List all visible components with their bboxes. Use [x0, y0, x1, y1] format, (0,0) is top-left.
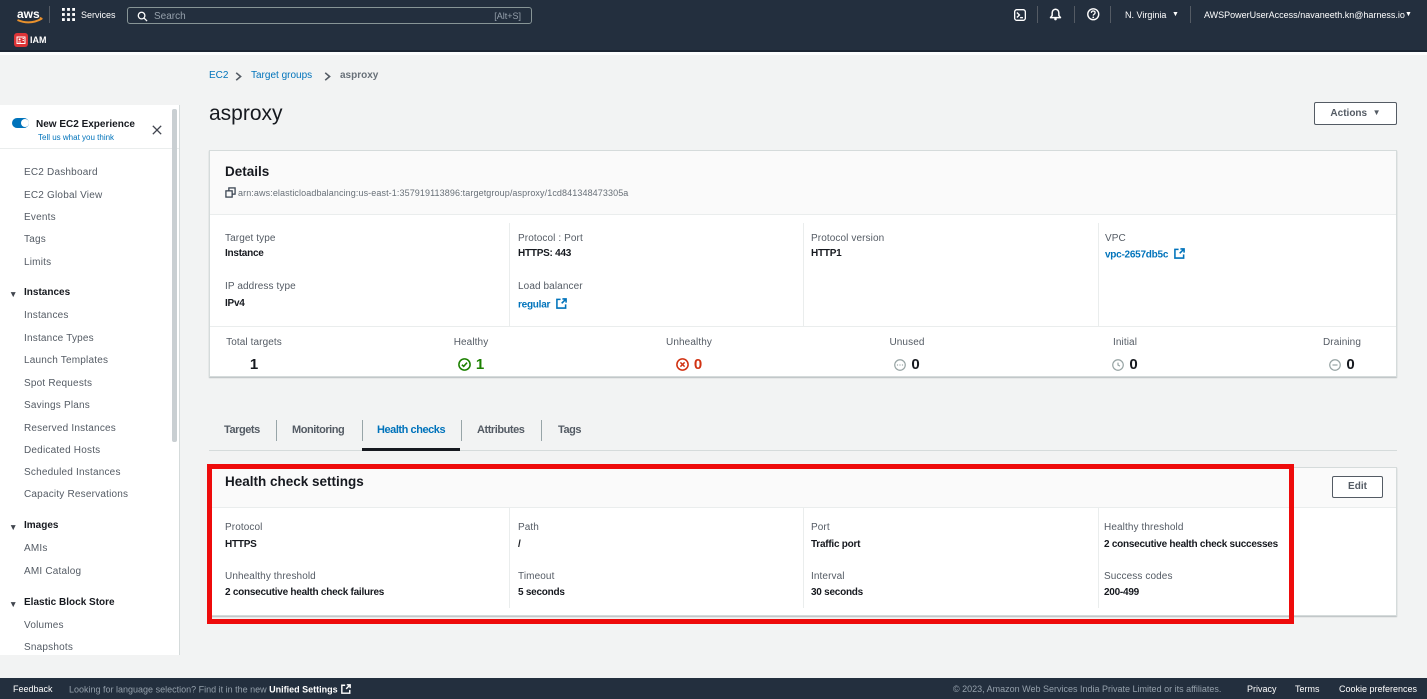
- svg-text:aws: aws: [17, 7, 40, 21]
